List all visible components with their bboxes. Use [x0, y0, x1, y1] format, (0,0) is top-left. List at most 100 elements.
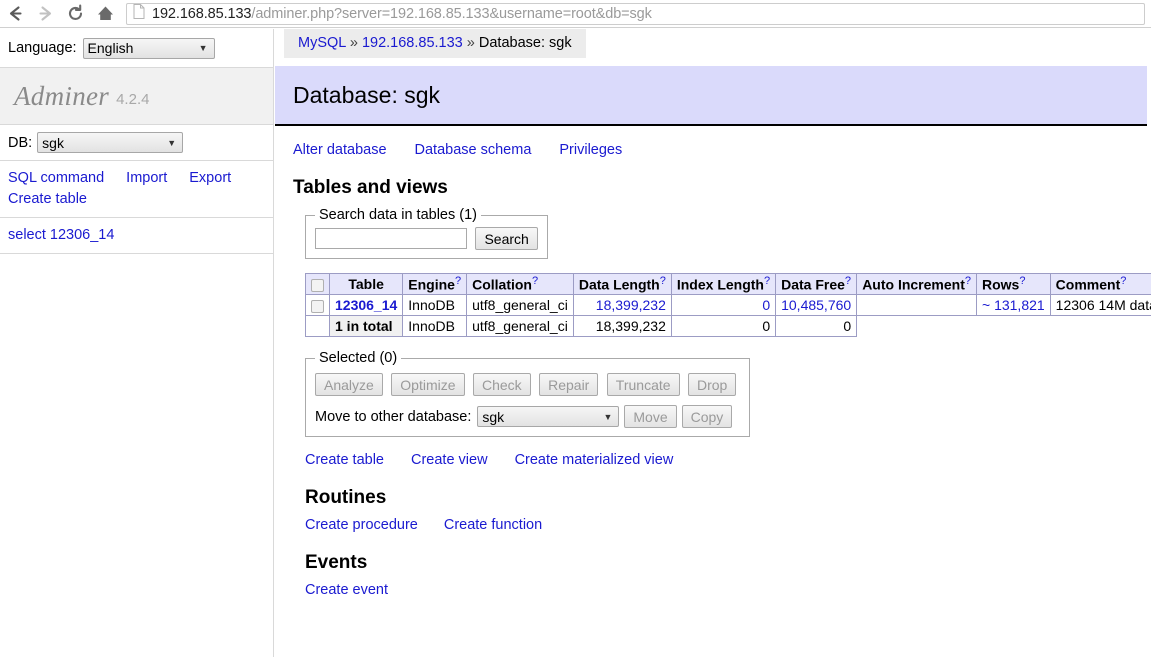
sidebar-link-sql-command[interactable]: SQL command: [8, 170, 104, 186]
create-links-row: Create table Create view Create materializ…: [305, 452, 1151, 468]
help-icon[interactable]: ?: [660, 275, 666, 287]
optimize-button[interactable]: Optimize: [391, 373, 465, 396]
help-icon[interactable]: ?: [532, 275, 538, 287]
col-index-length-label: Index Length: [676, 276, 764, 293]
url-path: /adminer.php?server=192.168.85.133&usern…: [251, 5, 652, 22]
help-icon[interactable]: ?: [1019, 275, 1025, 287]
cell-auto-increment: [856, 294, 977, 316]
search-input[interactable]: [315, 228, 467, 249]
language-select[interactable]: English: [82, 37, 215, 59]
search-button[interactable]: Search: [475, 227, 538, 250]
cell-rows: ~ 131,821: [976, 294, 1051, 316]
sidebar-link-export[interactable]: Export: [189, 170, 231, 186]
col-comment[interactable]: Comment?: [1049, 273, 1151, 295]
table-link[interactable]: 12306_14: [335, 297, 397, 313]
reload-button[interactable]: [60, 0, 90, 28]
db-select[interactable]: sgk: [37, 132, 184, 153]
table-total-row: 1 in total InnoDB utf8_general_ci 18,399…: [305, 315, 1151, 337]
home-button[interactable]: [90, 0, 120, 28]
sidebar-link-select-table[interactable]: select 12306_14: [8, 227, 114, 243]
copy-button[interactable]: Copy: [681, 405, 733, 428]
help-icon[interactable]: ?: [455, 275, 461, 287]
total-select-cell: [305, 315, 330, 337]
link-create-function[interactable]: Create function: [444, 517, 542, 533]
search-legend: Search data in tables (1): [319, 207, 477, 223]
main-content: MySQL » 192.168.85.133 » Database: sgk D…: [275, 29, 1151, 657]
cell-table-name: 12306_14: [328, 294, 404, 316]
db-select-wrap: sgk ▼: [32, 132, 184, 153]
col-table[interactable]: Table: [328, 273, 404, 295]
breadcrumb-separator: »: [349, 35, 358, 51]
cell-collation: utf8_general_ci: [466, 294, 574, 316]
help-icon[interactable]: ?: [764, 275, 770, 287]
sidebar-actions: SQL command Import Export Create table: [0, 161, 273, 218]
total-data-length: 18,399,232: [572, 315, 672, 337]
move-row: Move to other database: sgk ▼ Move Copy: [315, 405, 740, 428]
routine-links-row: Create procedure Create function: [305, 517, 1151, 533]
truncate-button[interactable]: Truncate: [606, 373, 680, 396]
sidebar-link-import[interactable]: Import: [126, 170, 167, 186]
table-header-row: Table Engine? Collation? Data Length? In…: [305, 273, 1151, 295]
tables-table-body: 12306_14 InnoDB utf8_general_ci 18,399,2…: [305, 294, 1151, 337]
content-pad: Alter database Database schema Privileges …: [275, 142, 1151, 598]
link-create-table[interactable]: Create table: [305, 452, 384, 468]
move-database-select[interactable]: sgk: [477, 406, 620, 427]
link-create-view[interactable]: Create view: [411, 452, 488, 468]
tables-table: Table Engine? Collation? Data Length? In…: [305, 273, 1151, 337]
link-database-schema[interactable]: Database schema: [415, 142, 532, 158]
col-index-length[interactable]: Index Length?: [670, 273, 777, 295]
row-checkbox[interactable]: [311, 299, 324, 313]
drop-button[interactable]: Drop: [687, 373, 737, 396]
search-fieldset: Search data in tables (1) Search: [305, 207, 548, 259]
col-rows[interactable]: Rows?: [976, 273, 1051, 295]
check-button[interactable]: Check: [472, 373, 531, 396]
col-table-label: Table: [348, 276, 384, 292]
breadcrumb-separator: »: [466, 35, 475, 51]
help-icon[interactable]: ?: [1120, 275, 1126, 287]
page-title-band: Database: sgk: [275, 66, 1147, 126]
col-collation[interactable]: Collation?: [466, 273, 574, 295]
col-auto-increment-label: Auto Increment: [862, 276, 965, 293]
move-button[interactable]: Move: [624, 405, 677, 428]
adminer-logo: Adminer 4.2.4: [0, 67, 273, 125]
col-auto-increment[interactable]: Auto Increment?: [856, 273, 977, 295]
col-data-free[interactable]: Data Free?: [775, 273, 858, 295]
adminer-version: 4.2.4: [116, 91, 150, 108]
link-create-event[interactable]: Create event: [305, 582, 388, 598]
col-collation-label: Collation: [472, 276, 532, 293]
link-create-procedure[interactable]: Create procedure: [305, 517, 418, 533]
select-all-checkbox[interactable]: [311, 278, 324, 292]
section-heading-tables-and-views: Tables and views: [293, 177, 448, 198]
col-data-length-label: Data Length: [578, 276, 660, 293]
link-privileges[interactable]: Privileges: [559, 142, 622, 158]
select-all-header[interactable]: [305, 273, 330, 295]
col-comment-label: Comment: [1055, 276, 1121, 293]
sidebar-tables: select 12306_14: [0, 218, 273, 254]
page-title: Database: sgk: [293, 81, 441, 108]
event-links-row: Create event: [305, 582, 1151, 598]
db-row: DB: sgk ▼: [0, 125, 273, 161]
col-data-length[interactable]: Data Length?: [572, 273, 672, 295]
url-text: 192.168.85.133/adminer.php?server=192.16…: [152, 6, 652, 22]
forward-button[interactable]: [30, 0, 60, 28]
breadcrumb-host[interactable]: 192.168.85.133: [362, 35, 463, 51]
move-select-wrap: sgk ▼: [477, 406, 620, 427]
back-button[interactable]: [0, 0, 30, 28]
breadcrumb-server-type[interactable]: MySQL: [298, 35, 346, 51]
selected-legend: Selected (0): [319, 350, 398, 366]
col-engine[interactable]: Engine?: [402, 273, 468, 295]
sidebar-link-create-table[interactable]: Create table: [8, 191, 87, 207]
breadcrumb: MySQL » 192.168.85.133 » Database: sgk: [284, 29, 586, 58]
language-row: Language: English ▼: [0, 29, 273, 67]
row-select-cell[interactable]: [305, 294, 330, 316]
address-bar[interactable]: 192.168.85.133/adminer.php?server=192.16…: [126, 2, 1145, 25]
help-icon[interactable]: ?: [845, 275, 851, 287]
selected-fieldset: Selected (0) Analyze Optimize Check Repa…: [305, 350, 751, 437]
repair-button[interactable]: Repair: [539, 373, 599, 396]
home-icon: [96, 4, 115, 23]
link-alter-database[interactable]: Alter database: [293, 142, 387, 158]
analyze-button[interactable]: Analyze: [315, 373, 383, 396]
url-host: 192.168.85.133: [152, 5, 252, 22]
link-create-materialized-view[interactable]: Create materialized view: [515, 452, 674, 468]
help-icon[interactable]: ?: [965, 275, 971, 287]
